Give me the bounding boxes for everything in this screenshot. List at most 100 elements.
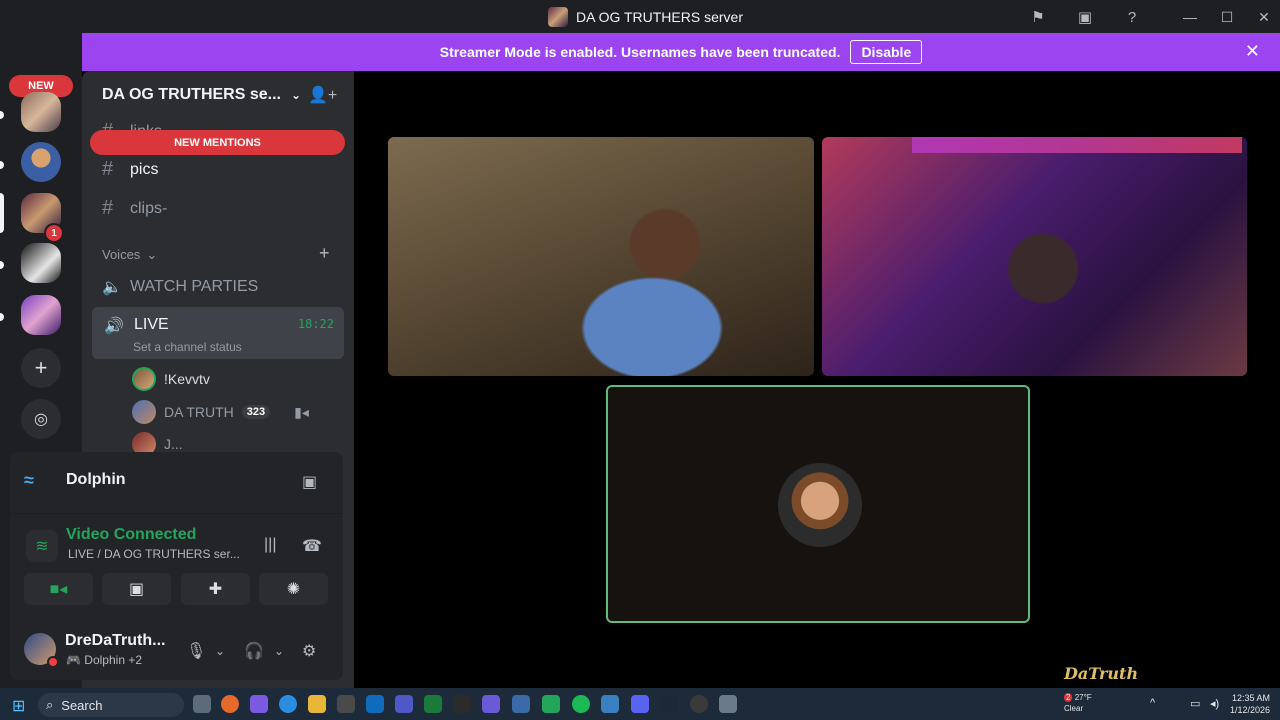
teams-icon[interactable]: [395, 695, 413, 713]
voice-user-name: DA TRUTH: [164, 404, 234, 420]
title-bar: DA OG TRUTHERS server ⚑ ▣ ? — ☐ ✕: [0, 0, 1280, 33]
window-title: DA OG TRUTHERS server: [576, 9, 743, 25]
maximize-button[interactable]: ☐: [1215, 6, 1239, 28]
windows-start-icon[interactable]: ⊞: [12, 696, 30, 715]
unread-pip: [0, 313, 4, 321]
video-tile-2[interactable]: [822, 137, 1247, 376]
outlook-icon[interactable]: [366, 695, 384, 713]
help-icon[interactable]: ?: [1121, 6, 1143, 28]
channel-name: LIVE: [134, 316, 169, 333]
call-timer: 18:22: [297, 317, 334, 331]
terminal-icon[interactable]: [453, 695, 471, 713]
signal-icon[interactable]: ≋: [26, 530, 58, 562]
copilot-icon[interactable]: [250, 695, 268, 713]
add-server-button[interactable]: +: [21, 348, 61, 388]
taskbar-search[interactable]: ⌕ Search: [38, 693, 184, 717]
taskbar: ⊞ ⌕ Search 2 27°F Clear ^ ▭ ◂) 12:35 AM …: [0, 688, 1280, 720]
server-header[interactable]: DA OG TRUTHERS se... ⌄: [102, 86, 301, 104]
avatar: [132, 400, 156, 424]
server-icon-4[interactable]: [21, 295, 61, 335]
settings-app-icon[interactable]: [719, 695, 737, 713]
server-icon-3[interactable]: [21, 243, 61, 283]
new-mentions-pill[interactable]: NEW MENTIONS: [90, 130, 345, 155]
unread-pip: [0, 111, 4, 119]
category-label: Voices: [102, 247, 141, 262]
invite-people-icon[interactable]: 👤+: [308, 85, 337, 105]
user-activity: 🎮 Dolphin +2: [66, 653, 142, 667]
server-icon-2[interactable]: [21, 142, 61, 182]
discord-icon[interactable]: [631, 695, 649, 713]
channel-name: pics: [130, 160, 159, 178]
gamepad-icon: 🎮: [66, 653, 81, 667]
chevron-down-icon[interactable]: ⌄: [274, 644, 284, 658]
noise-suppression-icon[interactable]: |||: [264, 536, 276, 554]
chevron-down-icon[interactable]: ⌄: [215, 644, 225, 658]
voice-user[interactable]: !Kevvtv: [132, 367, 210, 391]
voice-user-name: !Kevvtv: [164, 371, 210, 387]
set-channel-status[interactable]: Set a channel status: [133, 340, 242, 354]
close-icon[interactable]: ✕: [1245, 41, 1260, 62]
user-name[interactable]: DreDaTruth...: [65, 632, 165, 650]
app-active-icon[interactable]: [542, 695, 560, 713]
speaker-icon: 🔈: [102, 279, 122, 296]
search-icon: ⌕: [46, 697, 54, 712]
weather-temp: 27°F: [1074, 693, 1092, 702]
close-window-button[interactable]: ✕: [1252, 6, 1276, 28]
network-icon[interactable]: ▭: [1190, 697, 1200, 710]
minimize-button[interactable]: —: [1178, 6, 1202, 28]
create-channel-plus-icon[interactable]: +: [319, 243, 330, 264]
task-view-icon[interactable]: [193, 695, 211, 713]
avatar[interactable]: [24, 633, 59, 668]
connection-detail[interactable]: LIVE / DA OG TRUTHERS ser...: [68, 547, 240, 561]
soundboard-button[interactable]: ✺: [259, 573, 328, 605]
xbox-icon[interactable]: [424, 695, 442, 713]
server-name: DA OG TRUTHERS se...: [102, 86, 281, 103]
channel-clips[interactable]: # clips-: [102, 197, 167, 220]
spotify-icon[interactable]: [572, 695, 590, 713]
unread-pip: [0, 261, 4, 269]
disable-button[interactable]: Disable: [850, 40, 923, 64]
disconnect-icon[interactable]: ☎: [302, 536, 322, 556]
category-voices[interactable]: Voices ⌄: [102, 247, 157, 263]
headphones-icon[interactable]: 🎧: [244, 641, 264, 661]
microphone-icon[interactable]: 🎙: [186, 641, 206, 661]
photos-icon[interactable]: [601, 695, 619, 713]
voice-channel-live[interactable]: 🔊 LIVE 18:22 Set a channel status: [92, 307, 344, 359]
hash-icon: #: [102, 197, 114, 219]
firefox-icon[interactable]: [221, 695, 239, 713]
video-tile-1[interactable]: [388, 137, 814, 376]
avatar: [132, 367, 156, 391]
screen-share-icon[interactable]: ▣: [1074, 6, 1096, 28]
chevron-up-icon[interactable]: ^: [1150, 697, 1155, 709]
voice-channel-watch-parties[interactable]: 🔈 WATCH PARTIES: [102, 277, 258, 297]
app-icon[interactable]: [482, 695, 500, 713]
activity-name: Dolphin: [66, 471, 126, 488]
weather-widget[interactable]: 2 27°F Clear: [1064, 692, 1092, 714]
steam-icon[interactable]: [660, 695, 678, 713]
channel-pics[interactable]: # pics: [102, 158, 158, 181]
camera-button[interactable]: ■◂: [24, 573, 93, 605]
stream-activity-icon[interactable]: ▣: [302, 472, 317, 492]
file-explorer-icon[interactable]: [308, 695, 326, 713]
server-thumbnail: [548, 7, 568, 27]
voice-user-name: J...: [164, 436, 183, 452]
edge-icon[interactable]: [279, 695, 297, 713]
status-indicator: [47, 656, 59, 668]
user-activity-extra: +2: [128, 653, 143, 667]
video-tile-3[interactable]: [606, 385, 1030, 623]
mention-badge: 1: [46, 225, 62, 241]
voice-user[interactable]: DA TRUTH 323 ▮◂: [132, 400, 309, 424]
dolphin-app-icon[interactable]: [512, 695, 530, 713]
inbox-flag-icon[interactable]: ⚑: [1027, 6, 1049, 28]
clock[interactable]: 12:35 AM 1/12/2026: [1228, 692, 1270, 716]
store-icon[interactable]: [337, 695, 355, 713]
discover-compass-icon[interactable]: ◎: [21, 399, 61, 439]
connection-status[interactable]: Video Connected: [66, 526, 196, 544]
gear-icon[interactable]: ⚙: [302, 641, 316, 661]
activities-button[interactable]: ✚: [181, 573, 250, 605]
weather-desc: Clear: [1064, 704, 1084, 713]
server-icon-1[interactable]: [21, 92, 61, 132]
volume-icon[interactable]: ◂): [1210, 697, 1219, 710]
share-screen-button[interactable]: ▣: [102, 573, 171, 605]
obs-icon[interactable]: [690, 695, 708, 713]
